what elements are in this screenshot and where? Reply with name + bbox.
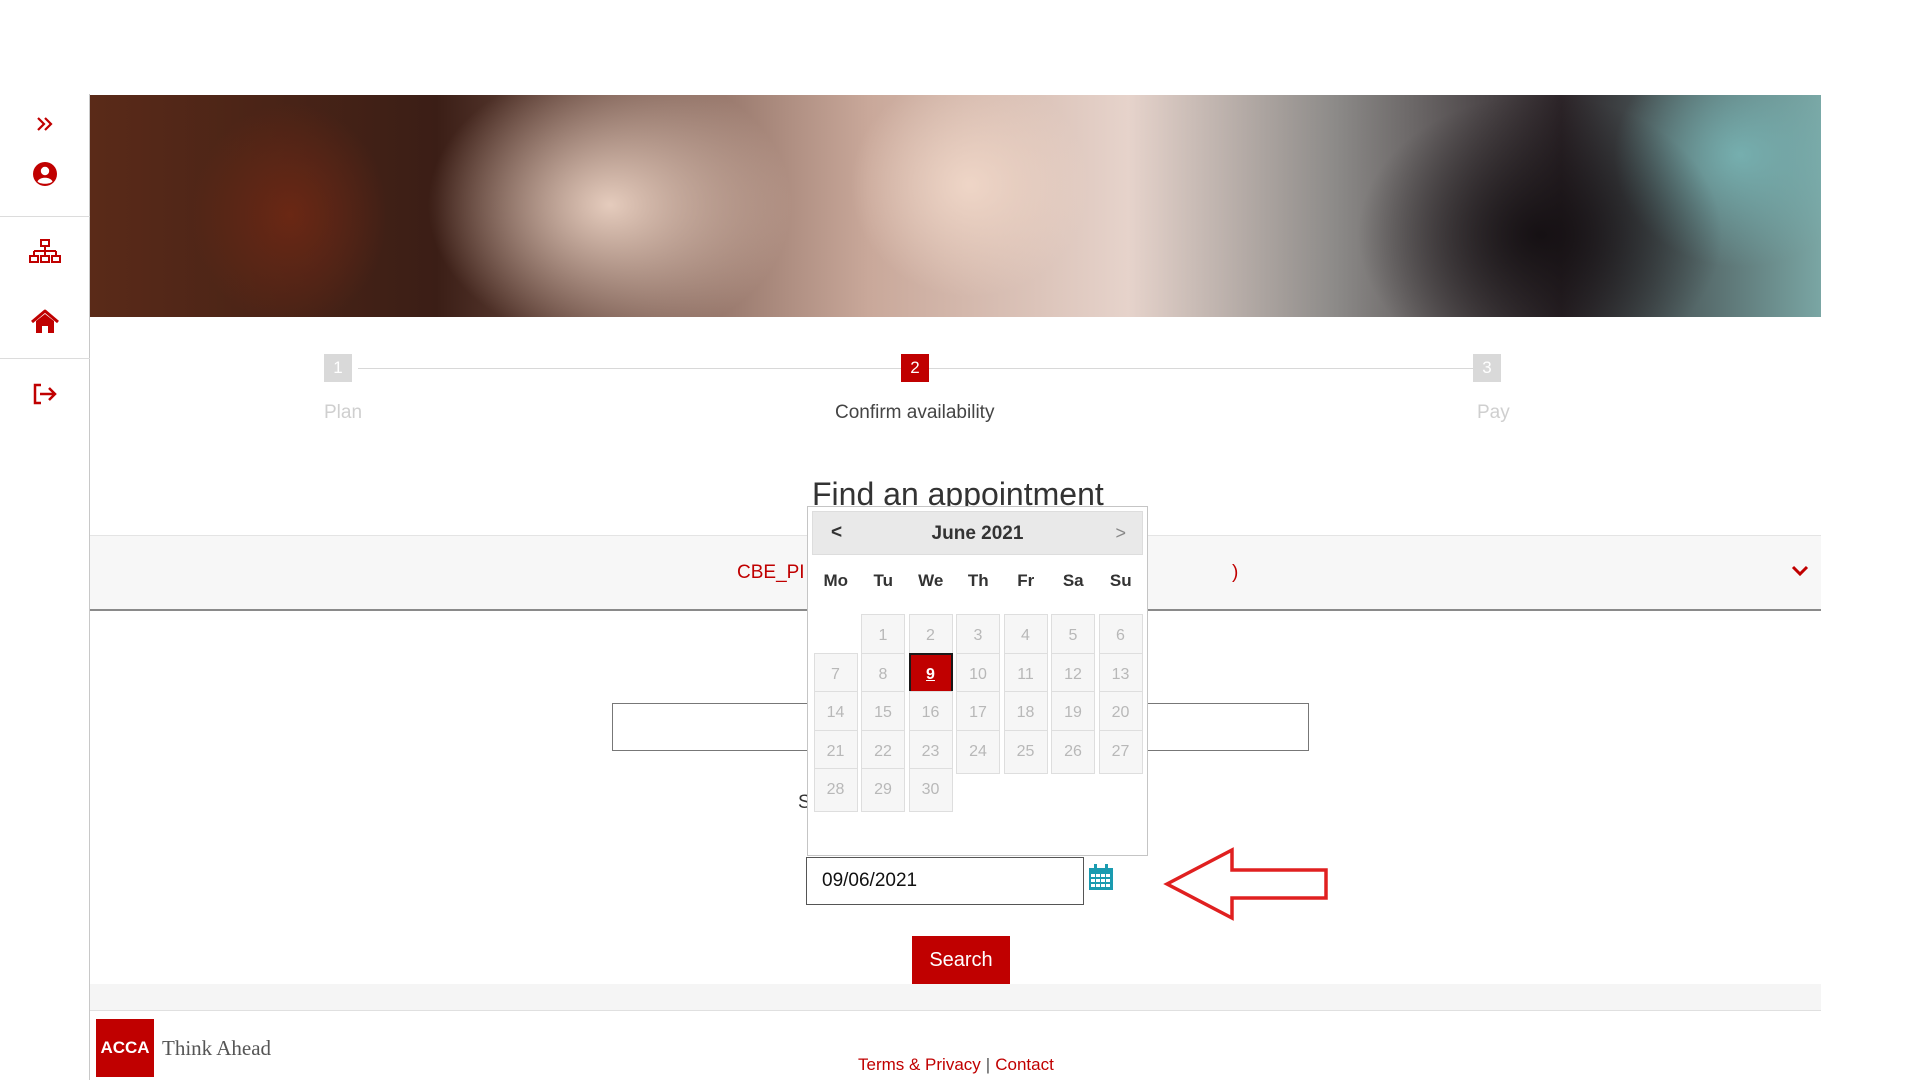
calendar-day: 18 (1003, 691, 1048, 735)
calendar-day: 21 (813, 729, 858, 774)
calendar-day: 17 (956, 691, 1000, 735)
calendar-day: 13 (1098, 652, 1143, 697)
calendar-day: 15 (861, 691, 905, 735)
calendar-day: 16 (908, 691, 953, 735)
calendar-day: 30 (908, 768, 953, 812)
sitemap-icon (29, 239, 61, 263)
datepicker-month-title: June 2021 (931, 523, 1024, 544)
search-button[interactable]: Search (912, 936, 1010, 984)
calendar-day: 8 (861, 652, 905, 697)
step-3-number: 3 (1473, 354, 1501, 382)
calendar-day: 20 (1098, 691, 1143, 735)
calendar-day: 6 (1098, 614, 1143, 658)
weekday-label: Th (967, 571, 989, 590)
step-connector (929, 368, 1473, 369)
date-input[interactable] (806, 857, 1084, 905)
calendar-day: 28 (813, 768, 858, 812)
contact-link[interactable]: Contact (995, 1055, 1054, 1074)
calendar-day: 24 (956, 729, 1000, 774)
calendar-day: 29 (861, 768, 905, 812)
footer-links: Terms & Privacy | Contact (858, 1055, 1054, 1075)
sidebar-logout-button[interactable] (0, 364, 90, 424)
calendar-day: 27 (1098, 729, 1143, 774)
calendar-day: 22 (861, 729, 905, 774)
sign-out-icon (33, 383, 57, 405)
chevron-down-icon[interactable] (1790, 564, 1810, 578)
calendar-day: 26 (1051, 729, 1095, 774)
acca-logo[interactable]: ACCA Think Ahead (96, 1019, 271, 1077)
calendar-day: 4 (1003, 614, 1048, 658)
weekday-label: Tu (873, 571, 893, 590)
weekday-label: We (918, 571, 944, 590)
calendar-day-selected[interactable]: 9 (908, 652, 953, 697)
logo-mark: ACCA (96, 1019, 154, 1077)
accordion-exam-label-end: ) (1232, 562, 1239, 583)
step-connector (358, 368, 901, 369)
datepicker-weekdays: Mo Tu We Th Fr Sa Su (812, 571, 1145, 591)
weekday-label: Su (1109, 571, 1132, 590)
step-1-label: Plan (324, 402, 363, 423)
calendar-day: 12 (1051, 652, 1095, 697)
calendar-day: 14 (813, 691, 858, 735)
datepicker-next-button[interactable]: > (1115, 523, 1126, 544)
progress-stepper: 1 Plan 2 Confirm availability 3 Pay (90, 350, 1821, 440)
weekday-label: Fr (1017, 571, 1035, 590)
hero-banner-image (90, 95, 1821, 317)
annotation-arrow-icon (1163, 847, 1328, 921)
calendar-day: 23 (908, 729, 953, 774)
footer-separator: | (985, 1055, 991, 1074)
footer-divider (90, 1010, 1821, 1011)
step-1-number: 1 (324, 354, 352, 382)
calendar-day: 7 (813, 652, 858, 697)
datepicker-popup: < June 2021 > Mo Tu We Th Fr Sa Su 12345… (807, 506, 1148, 856)
page: 1 Plan 2 Confirm availability 3 Pay Find… (0, 0, 1920, 1080)
step-3-label: Pay (1477, 402, 1510, 423)
user-circle-icon (33, 162, 57, 186)
sidebar-divider (0, 358, 90, 359)
calendar-day: 2 (908, 614, 953, 658)
weekday-label: Sa (1062, 571, 1084, 590)
calendar-day: 10 (956, 652, 1000, 697)
weekday-label: Mo (823, 571, 849, 590)
sidebar-divider (0, 216, 90, 217)
sidebar (0, 94, 90, 1080)
calendar-day: 3 (956, 614, 1000, 658)
home-icon (31, 309, 59, 333)
calendar-icon[interactable] (1088, 863, 1114, 891)
step-2-number: 2 (901, 354, 929, 382)
datepicker-header: < June 2021 > (812, 511, 1143, 555)
calendar-day: 25 (1003, 729, 1048, 774)
step-2-label: Confirm availability (835, 402, 995, 423)
calendar-day: 1 (861, 614, 905, 658)
sidebar-profile-button[interactable] (0, 144, 90, 204)
terms-privacy-link[interactable]: Terms & Privacy (858, 1055, 981, 1074)
double-chevron-right-icon (37, 117, 53, 131)
footer-band (90, 984, 1821, 1010)
accordion-exam-label: CBE_PI (737, 562, 805, 583)
logo-tagline: Think Ahead (162, 1035, 272, 1060)
calendar-day: 11 (1003, 652, 1048, 697)
calendar-day: 19 (1051, 691, 1095, 735)
sidebar-home-button[interactable] (0, 292, 90, 352)
sidebar-sitemap-button[interactable] (0, 222, 90, 282)
calendar-day: 5 (1051, 614, 1095, 658)
